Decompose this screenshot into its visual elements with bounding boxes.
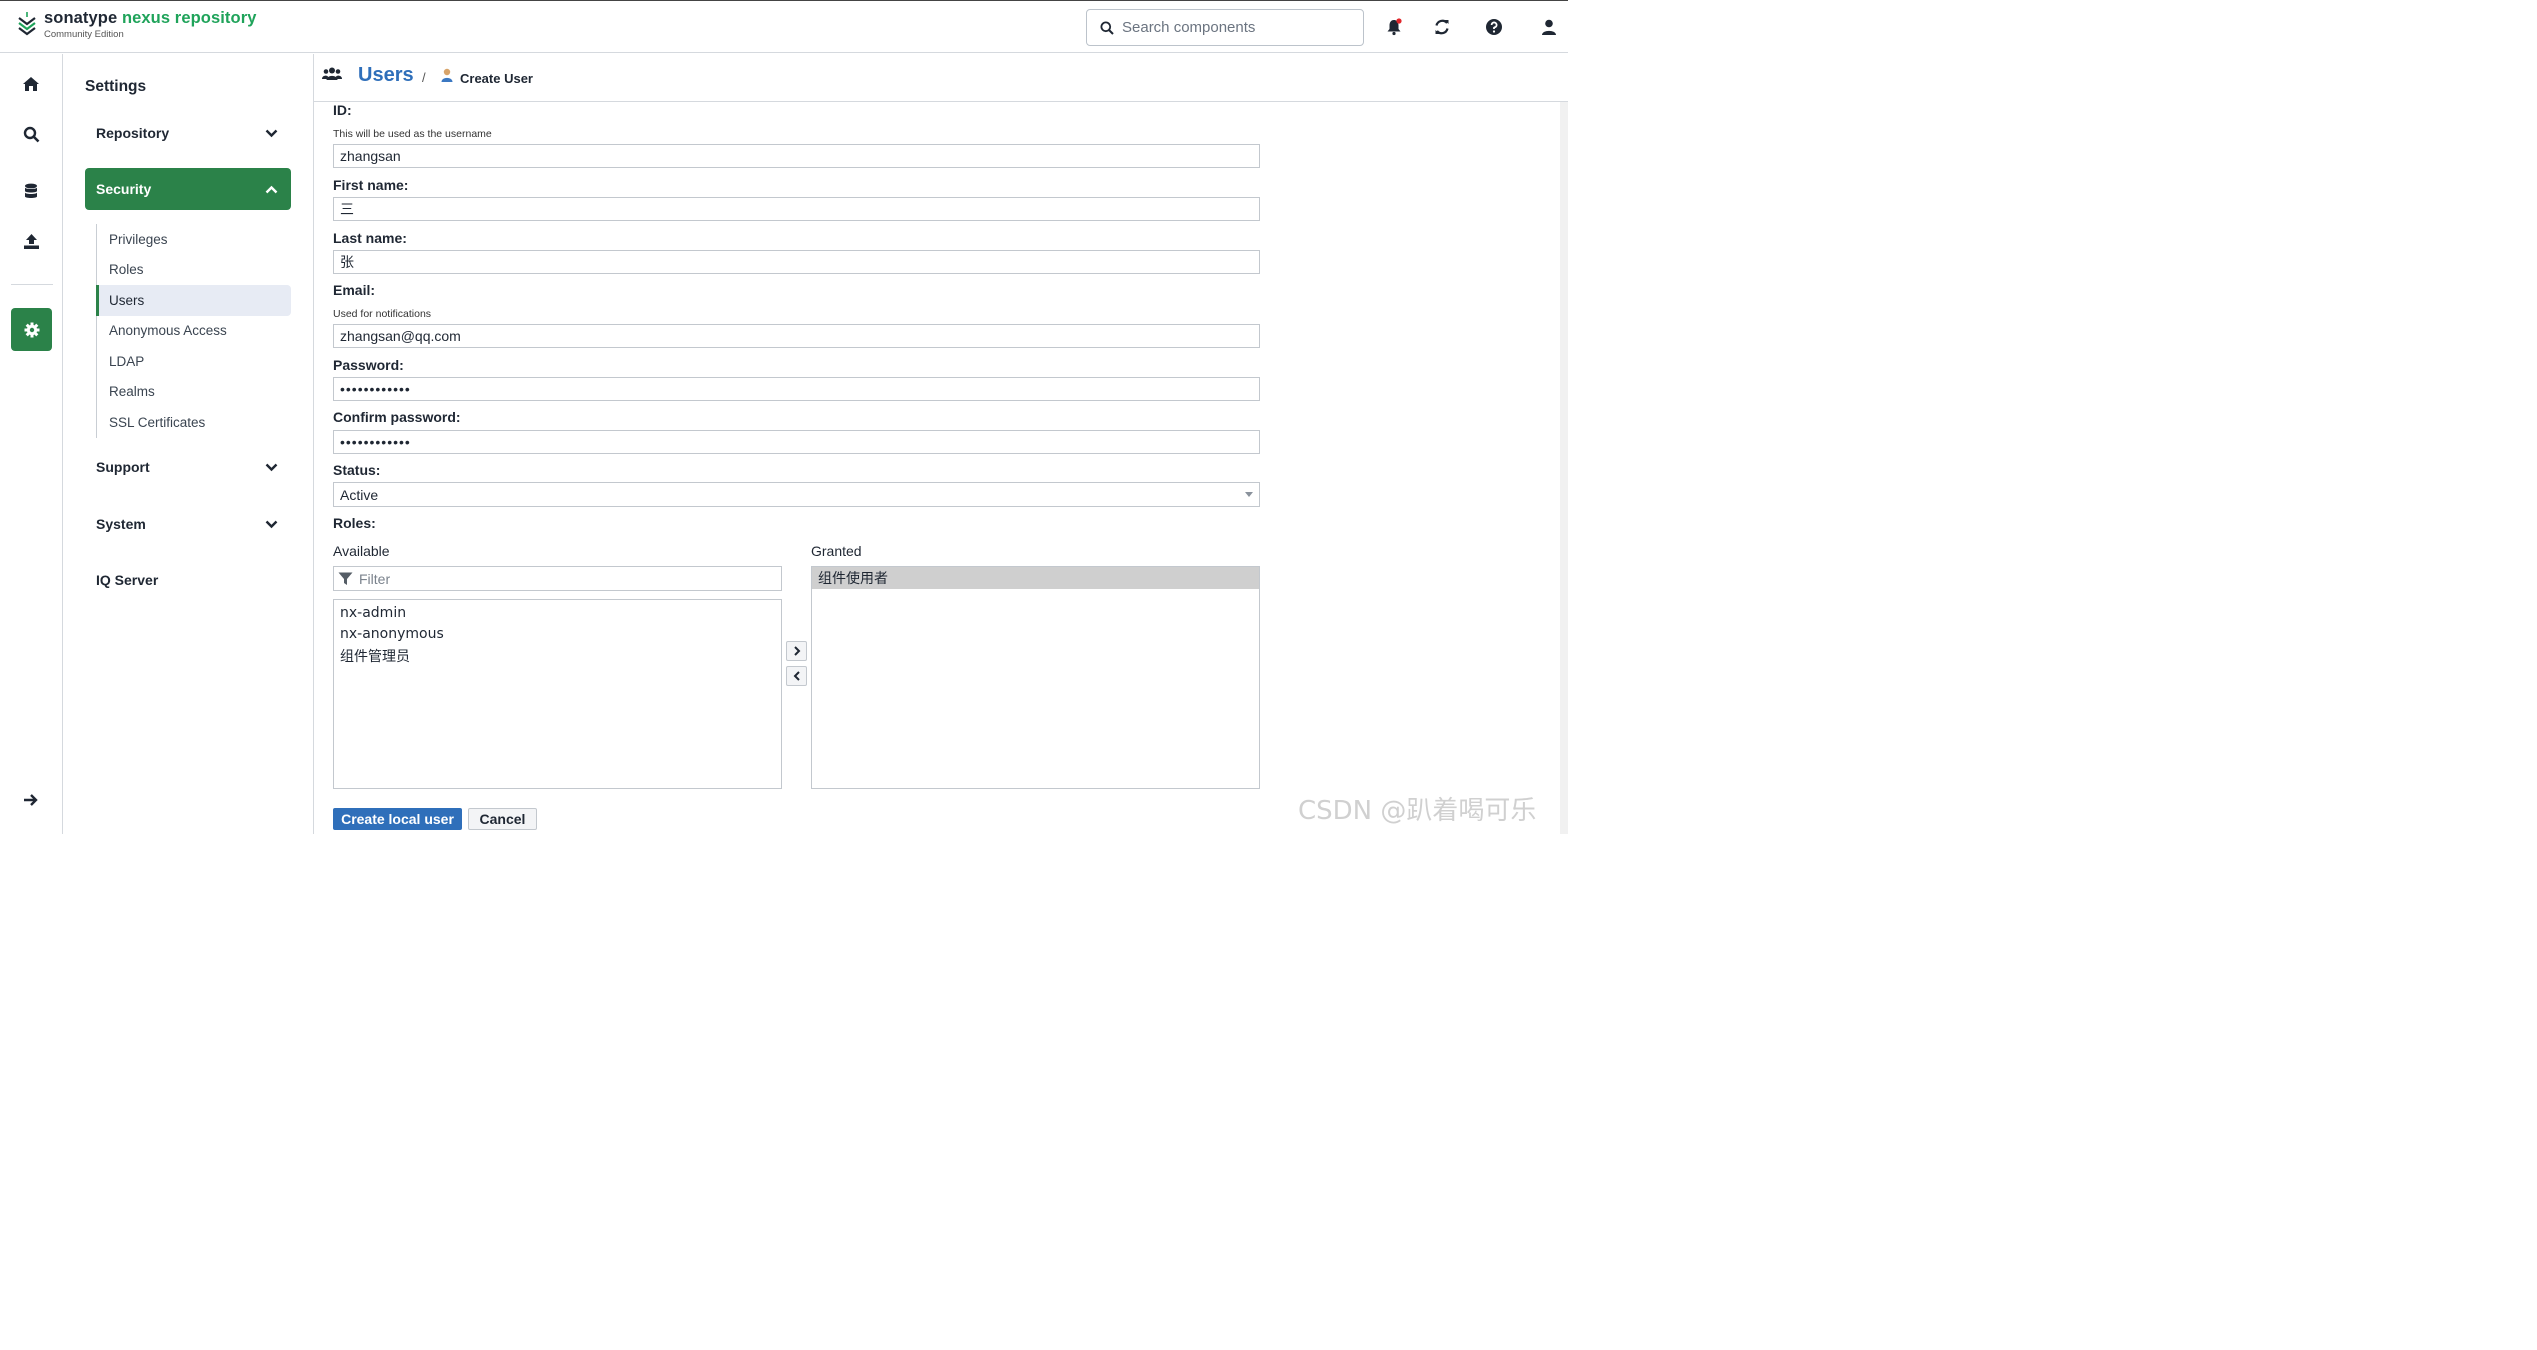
chevron-down-icon — [265, 520, 278, 528]
email-field[interactable] — [333, 324, 1260, 348]
brand-edition: Community Edition — [44, 28, 124, 40]
granted-roles-label: Granted — [811, 543, 862, 559]
sidebar-group-label: System — [96, 516, 146, 532]
sidebar-item-ssl-certificates[interactable]: SSL Certificates — [97, 407, 291, 438]
last-name-field[interactable] — [333, 250, 1260, 274]
sidebar-item-privileges[interactable]: Privileges — [97, 224, 291, 255]
sidebar-group-security[interactable]: Security — [85, 168, 291, 210]
email-hint: Used for notifications — [333, 308, 432, 320]
first-name-label: First name: — [333, 177, 409, 193]
granted-roles-list: 组件使用者 — [811, 566, 1260, 789]
search-input[interactable] — [1122, 19, 1342, 36]
password-label: Password: — [333, 357, 404, 373]
page-header: Users / Create User — [314, 54, 1568, 102]
sidebar-group-label: Repository — [96, 125, 170, 141]
roles-filter-input[interactable] — [359, 570, 759, 587]
notifications-bell-icon[interactable] — [1384, 17, 1404, 37]
roles-filter-box[interactable] — [333, 566, 782, 591]
chevron-down-icon — [265, 463, 278, 471]
dropdown-caret-icon — [1245, 492, 1253, 497]
sidebar-item-anonymous-access[interactable]: Anonymous Access — [97, 316, 291, 347]
search-box[interactable] — [1086, 9, 1364, 46]
sidebar-item-roles[interactable]: Roles — [97, 255, 291, 286]
sidebar-group-iq-server[interactable]: IQ Server — [85, 559, 291, 601]
chevron-up-icon — [265, 185, 278, 193]
list-item[interactable]: 组件管理员 — [334, 645, 781, 667]
move-to-granted-button[interactable] — [786, 641, 807, 661]
email-label: Email: — [333, 282, 376, 298]
search-icon — [1100, 21, 1114, 35]
id-label: ID: — [333, 102, 352, 118]
users-group-icon — [322, 67, 342, 80]
expand-sidebar-arrow-icon[interactable] — [21, 790, 41, 810]
rail-divider — [11, 284, 53, 285]
upload-icon[interactable] — [21, 231, 41, 251]
sidebar-item-realms[interactable]: Realms — [97, 377, 291, 408]
sidebar-item-users[interactable]: Users — [96, 285, 291, 316]
filter-funnel-icon — [338, 572, 353, 585]
breadcrumb-current: Create User — [460, 71, 533, 86]
sidebar-group-system[interactable]: System — [85, 503, 291, 545]
browse-search-icon[interactable] — [21, 124, 41, 144]
settings-gear-button[interactable] — [11, 308, 52, 351]
watermark: CSDN @趴着喝可乐 — [1298, 796, 1537, 826]
status-selected-value: Active — [340, 486, 379, 503]
sidebar-group-label: IQ Server — [96, 572, 159, 588]
security-submenu: Privileges Roles Users Anonymous Access … — [96, 224, 291, 438]
list-item[interactable]: nx-anonymous — [334, 624, 781, 646]
chevron-left-icon — [793, 671, 800, 681]
available-roles-list: nx-admin nx-anonymous 组件管理员 — [333, 599, 782, 789]
breadcrumb-separator: / — [422, 70, 426, 85]
left-nav-rail — [0, 54, 63, 834]
sidebar-group-label: Security — [96, 181, 152, 197]
sidebar-group-label: Support — [96, 459, 150, 475]
page-scrollbar[interactable] — [1560, 102, 1568, 834]
chevron-down-icon — [265, 129, 278, 137]
home-icon[interactable] — [21, 74, 41, 94]
available-roles-label: Available — [333, 543, 390, 559]
first-name-field[interactable] — [333, 197, 1260, 221]
create-local-user-button[interactable]: Create local user — [333, 808, 462, 830]
list-item[interactable]: 组件使用者 — [812, 567, 1259, 589]
confirm-password-field[interactable] — [333, 430, 1260, 454]
list-item[interactable]: nx-admin — [334, 602, 781, 624]
sidebar-group-repository[interactable]: Repository — [85, 112, 291, 154]
top-bar: sonatype nexus repository Community Edit… — [0, 0, 1568, 53]
brand-name: sonatype nexus repository — [44, 9, 257, 27]
user-add-icon — [441, 68, 453, 82]
sidebar-title: Settings — [85, 78, 147, 95]
gear-icon — [24, 322, 39, 337]
database-icon[interactable] — [21, 181, 41, 201]
confirm-password-label: Confirm password: — [333, 409, 461, 425]
sonatype-logo-icon — [18, 12, 36, 36]
breadcrumb-users-link[interactable]: Users — [358, 64, 414, 87]
last-name-label: Last name: — [333, 230, 407, 246]
status-label: Status: — [333, 462, 381, 478]
help-icon[interactable] — [1484, 17, 1504, 37]
id-field[interactable] — [333, 144, 1260, 168]
roles-label: Roles: — [333, 515, 376, 531]
user-account-icon[interactable] — [1539, 17, 1559, 37]
status-select[interactable]: Active — [333, 482, 1260, 507]
move-to-available-button[interactable] — [786, 666, 807, 686]
sidebar-group-support[interactable]: Support — [85, 446, 291, 488]
settings-sidebar: Settings Repository Security Privileges … — [63, 54, 314, 834]
sidebar-item-ldap[interactable]: LDAP — [97, 346, 291, 377]
id-hint: This will be used as the username — [333, 128, 492, 140]
password-field[interactable] — [333, 377, 1260, 401]
chevron-right-icon — [793, 646, 800, 656]
refresh-icon[interactable] — [1432, 17, 1452, 37]
create-user-form: ID: This will be used as the username Fi… — [314, 102, 1568, 834]
brand-logo[interactable]: sonatype nexus repository Community Edit… — [16, 10, 257, 39]
cancel-button[interactable]: Cancel — [468, 808, 537, 830]
